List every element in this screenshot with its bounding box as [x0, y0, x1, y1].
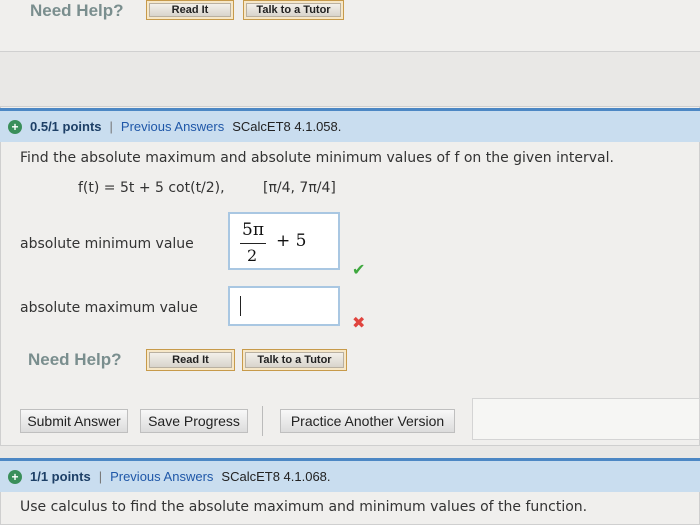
- talk-to-tutor-label-q1: Talk to a Tutor: [245, 352, 344, 368]
- max-answer-field[interactable]: [228, 286, 340, 326]
- points-label-2: 1/1 points: [30, 469, 91, 484]
- question-prompt: Find the absolute maximum and absolute m…: [20, 150, 614, 166]
- incorrect-x-icon: ✖: [352, 313, 366, 332]
- text-cursor: [240, 296, 241, 316]
- read-it-button-q1[interactable]: Read It: [146, 349, 235, 371]
- need-help-label-q1: Need Help?: [28, 350, 122, 369]
- question-prompt-2: Use calculus to find the absolute maximu…: [20, 499, 588, 515]
- fraction-denominator: 2: [247, 246, 258, 265]
- read-it-label: Read It: [149, 3, 231, 17]
- answer-addend: + 5: [276, 231, 307, 251]
- read-it-label-q1: Read It: [149, 352, 232, 368]
- question-code: SCalcET8 4.1.058.: [232, 119, 342, 134]
- previous-answers-link[interactable]: Previous Answers: [121, 119, 224, 134]
- header-separator-2: |: [98, 469, 103, 484]
- submit-answer-button[interactable]: Submit Answer: [20, 409, 128, 433]
- previous-answers-link-2[interactable]: Previous Answers: [110, 469, 213, 484]
- side-box: [472, 398, 700, 440]
- question-code-2: SCalcET8 4.1.068.: [221, 469, 331, 484]
- talk-to-tutor-button-q1[interactable]: Talk to a Tutor: [242, 349, 347, 371]
- max-label: absolute maximum value: [20, 300, 198, 316]
- points-label: 0.5/1 points: [30, 119, 102, 134]
- read-it-button[interactable]: Read It: [146, 0, 234, 20]
- expand-icon[interactable]: +: [8, 119, 22, 134]
- practice-another-version-button[interactable]: Practice Another Version: [280, 409, 455, 433]
- fraction-bar: [240, 243, 266, 244]
- min-label: absolute minimum value: [20, 236, 194, 252]
- need-help-label: Need Help?: [30, 1, 124, 20]
- save-progress-button[interactable]: Save Progress: [140, 409, 248, 433]
- function-expression: f(t) = 5t + 5 cot(t/2),: [78, 180, 225, 196]
- interval-expression: [π/4, 7π/4]: [263, 180, 336, 196]
- question-header: + 0.5/1 points | Previous Answers SCalcE…: [0, 108, 700, 142]
- talk-to-tutor-label: Talk to a Tutor: [246, 3, 341, 17]
- talk-to-tutor-button[interactable]: Talk to a Tutor: [243, 0, 344, 20]
- correct-check-icon: ✔: [352, 260, 366, 279]
- fraction-numerator: 5π: [242, 220, 264, 240]
- button-divider: [262, 406, 263, 436]
- min-answer-field[interactable]: 5π 2 + 5: [228, 212, 340, 270]
- header-separator: |: [109, 119, 113, 134]
- expand-icon-2[interactable]: +: [8, 469, 22, 484]
- question-header-2: + 1/1 points | Previous Answers SCalcET8…: [0, 458, 700, 492]
